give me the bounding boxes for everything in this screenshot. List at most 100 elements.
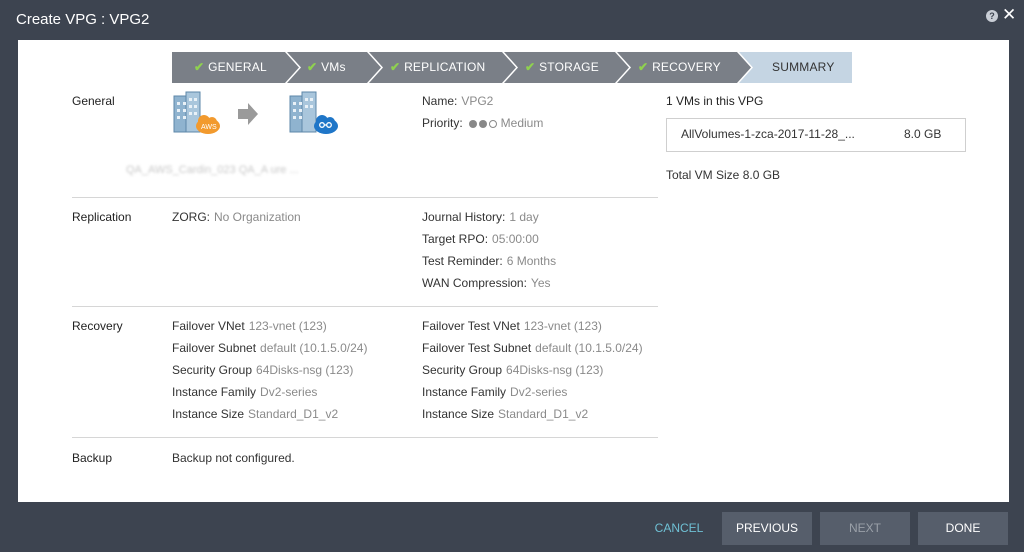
tab-recovery[interactable]: ✔ RECOVERY: [638, 52, 721, 83]
check-icon: ✔: [194, 60, 205, 74]
test-instance-family-row: Instance Family Dv2-series: [422, 385, 567, 399]
aws-site-icon: AWS: [173, 91, 220, 134]
tab-storage[interactable]: ✔ STORAGE: [525, 52, 599, 83]
target-rpo-row: Target RPO: 05:00:00: [422, 232, 539, 246]
kv-label: Security Group: [172, 363, 253, 377]
step-label: REPLICATION: [404, 60, 486, 74]
arrow-right-icon: [238, 103, 258, 125]
wan-compression-row: WAN Compression: Yes: [422, 276, 551, 290]
journal-value: 1 day: [509, 210, 539, 224]
divider: [72, 306, 658, 307]
rpo-value: 05:00:00: [492, 232, 539, 246]
azure-site-icon: [289, 91, 338, 134]
security-group-row: Security Group 64Disks-nsg (123): [172, 363, 353, 377]
test-reminder-label: Test Reminder:: [422, 254, 503, 268]
priority-value: Medium: [500, 116, 544, 130]
priority-indicator: [468, 119, 497, 128]
section-general-label: General: [72, 94, 115, 108]
kv-value: Standard_D1_v2: [248, 407, 339, 421]
backup-status: Backup not configured.: [172, 451, 295, 465]
test-security-group-row: Security Group 64Disks-nsg (123): [422, 363, 603, 377]
step-label: GENERAL: [208, 60, 267, 74]
kv-label: Failover Subnet: [172, 341, 257, 355]
check-icon: ✔: [307, 60, 318, 74]
wan-value: Yes: [530, 276, 551, 290]
kv-label: Instance Size: [172, 407, 245, 421]
vm-count-title: 1 VMs in this VPG: [666, 94, 764, 108]
check-icon: ✔: [638, 60, 649, 74]
divider: [72, 437, 658, 438]
help-icon[interactable]: ?: [986, 10, 998, 22]
kv-value: Dv2-series: [260, 385, 318, 399]
section-backup-label: Backup: [72, 451, 113, 465]
divider: [72, 197, 658, 198]
kv-label: Failover VNet: [172, 319, 245, 333]
zorg-row: ZORG: No Organization: [172, 210, 301, 224]
priority-dot-filled: [468, 119, 477, 128]
kv-label: Security Group: [422, 363, 503, 377]
failover-test-subnet-row: Failover Test Subnet default (10.1.5.0/24…: [422, 341, 643, 355]
priority-dot-filled: [478, 119, 487, 128]
name-label: Name:: [422, 94, 458, 108]
kv-value: 123-vnet (123): [523, 319, 602, 333]
rpo-label: Target RPO:: [422, 232, 489, 246]
tab-replication[interactable]: ✔ REPLICATION: [390, 52, 485, 83]
step-label: RECOVERY: [652, 60, 721, 74]
total-vm-size: Total VM Size 8.0 GB: [666, 168, 781, 182]
vm-list: AllVolumes-1-zca-2017-11-28_... 8.0 GB: [666, 118, 966, 152]
wan-label: WAN Compression:: [422, 276, 527, 290]
kv-label: Failover Test VNet: [422, 319, 520, 333]
kv-label: Instance Family: [172, 385, 257, 399]
tab-general[interactable]: ✔ GENERAL: [194, 52, 267, 83]
vm-name: AllVolumes-1-zca-2017-11-28_...: [681, 127, 855, 141]
site-names-caption: QA_AWS_Cardin_023 QA_A ure ...: [126, 164, 299, 176]
failover-vnet-row: Failover VNet 123-vnet (123): [172, 319, 327, 333]
priority-dot-empty: [488, 119, 497, 128]
check-icon: ✔: [525, 60, 536, 74]
cancel-button[interactable]: CANCEL: [652, 512, 706, 545]
vpg-name-row: Name: VPG2: [422, 94, 493, 108]
journal-history-row: Journal History: 1 day: [422, 210, 539, 224]
failover-test-vnet-row: Failover Test VNet 123-vnet (123): [422, 319, 602, 333]
kv-value: default (10.1.5.0/24): [260, 341, 368, 355]
kv-label: Failover Test Subnet: [422, 341, 532, 355]
kv-value: 123-vnet (123): [248, 319, 327, 333]
previous-button[interactable]: PREVIOUS: [722, 512, 812, 545]
kv-value: 64Disks-nsg (123): [256, 363, 354, 377]
journal-label: Journal History:: [422, 210, 506, 224]
step-label: VMs: [321, 60, 346, 74]
tab-summary[interactable]: SUMMARY: [772, 52, 835, 83]
test-reminder-row: Test Reminder: 6 Months: [422, 254, 556, 268]
window-title: Create VPG : VPG2: [16, 11, 150, 28]
zorg-label: ZORG:: [172, 210, 210, 224]
priority-label: Priority:: [422, 116, 463, 130]
test-instance-size-row: Instance Size Standard_D1_v2: [422, 407, 588, 421]
zorg-value: No Organization: [214, 210, 301, 224]
kv-label: Instance Family: [422, 385, 507, 399]
wizard-arrows: [172, 52, 852, 83]
failover-subnet-row: Failover Subnet default (10.1.5.0/24): [172, 341, 367, 355]
step-label: STORAGE: [539, 60, 599, 74]
kv-value: Dv2-series: [510, 385, 568, 399]
vm-size: 8.0 GB: [904, 127, 942, 141]
check-icon: ✔: [390, 60, 401, 74]
section-replication-label: Replication: [72, 210, 132, 224]
tab-vms[interactable]: ✔ VMs: [307, 52, 346, 83]
section-recovery-label: Recovery: [72, 319, 123, 333]
svg-text:AWS: AWS: [201, 124, 217, 131]
kv-value: default (10.1.5.0/24): [535, 341, 643, 355]
kv-value: 64Disks-nsg (123): [506, 363, 604, 377]
instance-family-row: Instance Family Dv2-series: [172, 385, 317, 399]
summary-panel: ✔ GENERAL ✔ VMs ✔ REPLICATION ✔ STORAGE ✔ REC…: [18, 40, 1009, 502]
kv-value: Standard_D1_v2: [498, 407, 589, 421]
close-icon[interactable]: ✕: [1002, 6, 1016, 24]
done-button[interactable]: DONE: [918, 512, 1008, 545]
title-bar: Create VPG : VPG2 ? ✕: [0, 0, 1024, 40]
test-reminder-value: 6 Months: [506, 254, 557, 268]
priority-row: Priority: Medium: [422, 116, 543, 130]
next-button[interactable]: NEXT: [820, 512, 910, 545]
replication-flow-icons: AWS: [173, 91, 338, 134]
name-value: VPG2: [461, 94, 494, 108]
kv-label: Instance Size: [422, 407, 495, 421]
instance-size-row: Instance Size Standard_D1_v2: [172, 407, 338, 421]
